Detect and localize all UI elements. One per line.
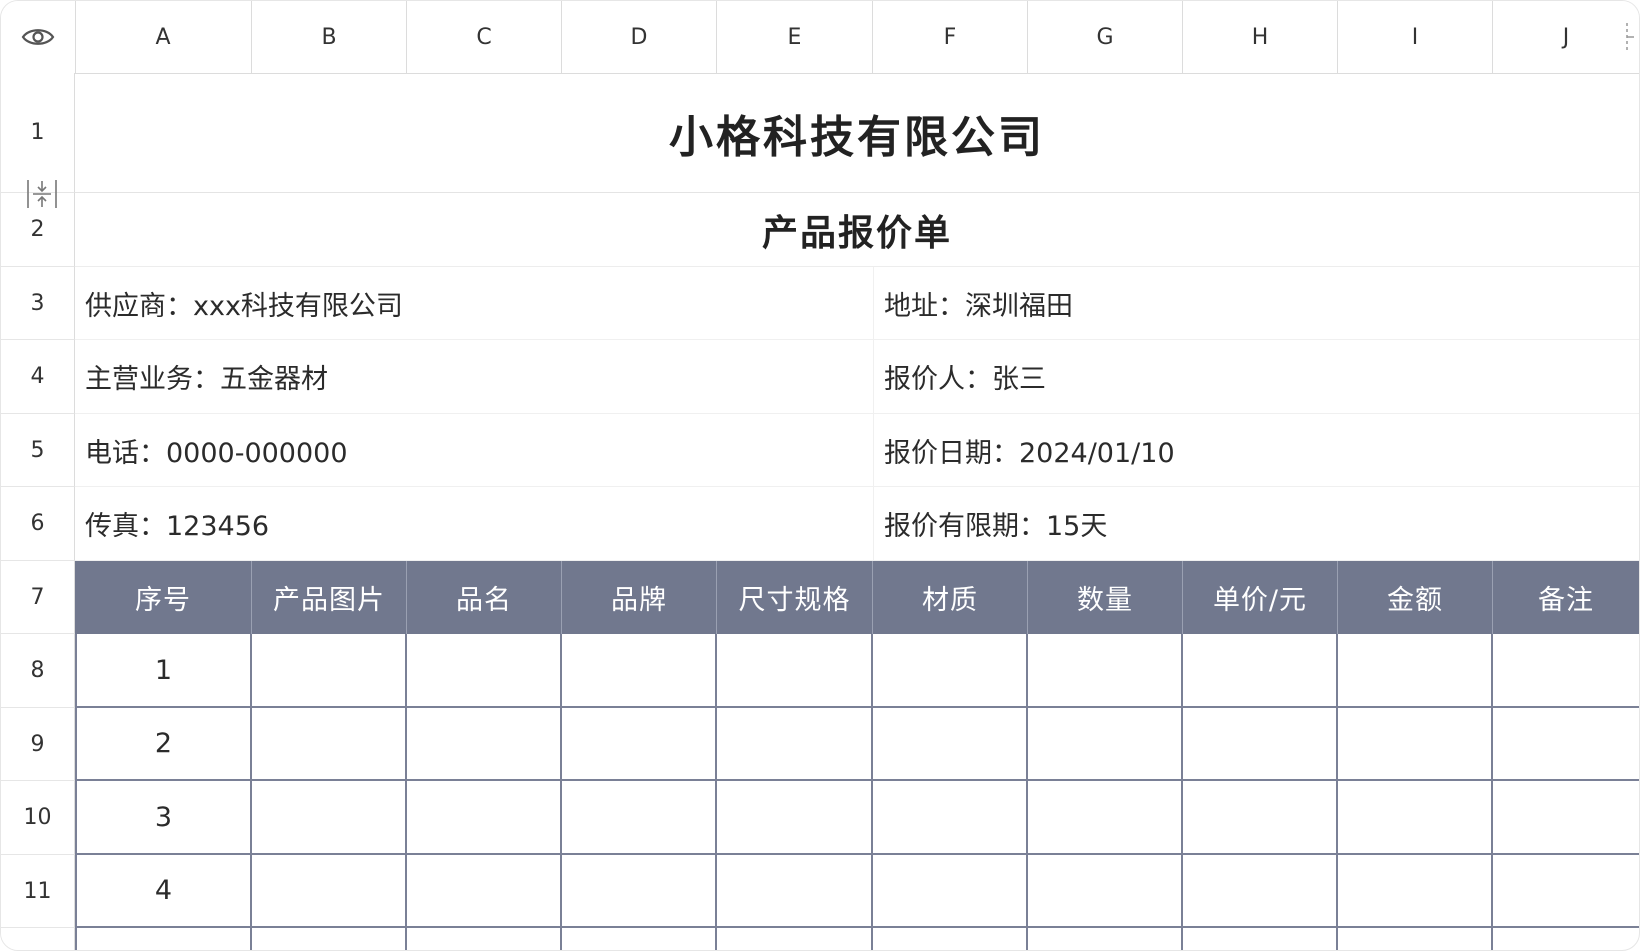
table-cell[interactable] xyxy=(407,781,562,855)
table-cell[interactable] xyxy=(873,928,1028,950)
quote-date-cell[interactable]: 报价日期：2024/01/10 xyxy=(873,414,1639,487)
table-cell[interactable] xyxy=(562,928,717,950)
table-header-size[interactable]: 尺寸规格 xyxy=(717,561,873,634)
column-header-i[interactable]: I xyxy=(1338,1,1493,73)
table-cell[interactable] xyxy=(1493,634,1639,708)
row-header-9[interactable]: 9 xyxy=(1,708,75,781)
table-cell[interactable] xyxy=(717,634,873,708)
table-cell[interactable] xyxy=(873,855,1028,928)
row-header-7[interactable]: 7 xyxy=(1,561,75,634)
table-cell[interactable] xyxy=(1338,781,1493,855)
table-cell[interactable] xyxy=(1493,781,1639,855)
table-cell[interactable]: 3 xyxy=(75,781,252,855)
table-header-brand[interactable]: 品牌 xyxy=(562,561,717,634)
quoter-cell[interactable]: 报价人：张三 xyxy=(873,340,1639,414)
table-cell[interactable] xyxy=(1493,928,1639,950)
table-cell[interactable] xyxy=(562,781,717,855)
table-cell[interactable] xyxy=(562,708,717,781)
table-cell[interactable] xyxy=(1028,781,1183,855)
column-header-bar: A B C D E F G H I J xyxy=(1,1,1639,74)
table-cell[interactable] xyxy=(252,855,407,928)
row-header-3[interactable]: 3 xyxy=(1,267,75,340)
column-header-b[interactable]: B xyxy=(252,1,407,73)
table-cell[interactable] xyxy=(252,634,407,708)
table-header-name[interactable]: 品名 xyxy=(407,561,562,634)
fax-cell[interactable]: 传真：123456 xyxy=(75,487,873,561)
row-header-11[interactable]: 11 xyxy=(1,855,75,928)
table-cell[interactable] xyxy=(75,928,252,950)
table-cell[interactable] xyxy=(717,708,873,781)
table-cell[interactable] xyxy=(717,855,873,928)
table-header-index[interactable]: 序号 xyxy=(75,561,252,634)
phone-cell[interactable]: 电话：0000-000000 xyxy=(75,414,873,487)
table-cell[interactable] xyxy=(1338,634,1493,708)
spreadsheet-frame: A B C D E F G H I J 1 2 3 4 5 6 7 8 9 10… xyxy=(0,0,1640,951)
table-cell[interactable] xyxy=(252,708,407,781)
address-cell[interactable]: 地址：深圳福田 xyxy=(873,267,1639,340)
table-cell[interactable] xyxy=(1183,855,1338,928)
row-header-1[interactable]: 1 xyxy=(1,73,75,193)
supplier-cell[interactable]: 供应商：xxx科技有限公司 xyxy=(75,267,873,340)
table-header-remark[interactable]: 备注 xyxy=(1493,561,1639,634)
table-cell[interactable] xyxy=(1493,855,1639,928)
column-header-g[interactable]: G xyxy=(1028,1,1183,73)
table-cell[interactable] xyxy=(1028,928,1183,950)
row-header-4[interactable]: 4 xyxy=(1,340,75,414)
table-cell[interactable] xyxy=(407,855,562,928)
row-header-12[interactable] xyxy=(1,928,75,950)
table-cell[interactable] xyxy=(873,634,1028,708)
table-header-unit-price[interactable]: 单价/元 xyxy=(1183,561,1338,634)
table-cell[interactable] xyxy=(1028,855,1183,928)
table-header-image[interactable]: 产品图片 xyxy=(252,561,407,634)
column-header-j[interactable]: J xyxy=(1493,1,1639,73)
row-header-8[interactable]: 8 xyxy=(1,634,75,708)
table-cell[interactable] xyxy=(1028,708,1183,781)
table-cell[interactable] xyxy=(407,634,562,708)
column-header-c[interactable]: C xyxy=(407,1,562,73)
table-cell[interactable] xyxy=(407,708,562,781)
table-cell[interactable] xyxy=(1493,708,1639,781)
table-cell[interactable]: 1 xyxy=(75,634,252,708)
table-cell[interactable] xyxy=(1338,928,1493,950)
table-header-quantity[interactable]: 数量 xyxy=(1028,561,1183,634)
column-header-a[interactable]: A xyxy=(75,1,252,73)
column-header-h[interactable]: H xyxy=(1183,1,1338,73)
table-cell[interactable] xyxy=(252,781,407,855)
table-cell[interactable] xyxy=(717,781,873,855)
row-header-5[interactable]: 5 xyxy=(1,414,75,487)
business-cell[interactable]: 主营业务：五金器材 xyxy=(75,340,873,414)
company-title[interactable]: 小格科技有限公司 xyxy=(75,73,1639,193)
document-subtitle[interactable]: 产品报价单 xyxy=(75,193,1639,267)
column-header-f[interactable]: F xyxy=(873,1,1028,73)
column-header-e[interactable]: E xyxy=(717,1,873,73)
row-header-10[interactable]: 10 xyxy=(1,781,75,855)
select-all-corner[interactable] xyxy=(1,1,76,73)
column-header-d[interactable]: D xyxy=(562,1,717,73)
table-cell[interactable] xyxy=(252,928,407,950)
table-cell[interactable] xyxy=(1183,634,1338,708)
column-resize-icon[interactable] xyxy=(1625,19,1635,55)
table-cell[interactable] xyxy=(1183,928,1338,950)
table-cell[interactable] xyxy=(717,928,873,950)
table-cell[interactable] xyxy=(562,634,717,708)
row-header-6[interactable]: 6 xyxy=(1,487,75,561)
validity-cell[interactable]: 报价有限期：15天 xyxy=(873,487,1639,561)
table-cell[interactable] xyxy=(1183,708,1338,781)
table-header-amount[interactable]: 金额 xyxy=(1338,561,1493,634)
table-cell[interactable]: 2 xyxy=(75,708,252,781)
table-cell[interactable] xyxy=(873,708,1028,781)
eye-icon[interactable] xyxy=(21,26,55,48)
table-cell[interactable] xyxy=(1338,708,1493,781)
table-cell[interactable] xyxy=(562,855,717,928)
table-cell[interactable]: 4 xyxy=(75,855,252,928)
row-resize-icon[interactable] xyxy=(25,177,59,211)
table-cell[interactable] xyxy=(1183,781,1338,855)
table-cell[interactable] xyxy=(1338,855,1493,928)
table-cell[interactable] xyxy=(1028,634,1183,708)
spreadsheet: A B C D E F G H I J 1 2 3 4 5 6 7 8 9 10… xyxy=(1,1,1639,950)
table-header-material[interactable]: 材质 xyxy=(873,561,1028,634)
table-cell[interactable] xyxy=(873,781,1028,855)
table-cell[interactable] xyxy=(407,928,562,950)
